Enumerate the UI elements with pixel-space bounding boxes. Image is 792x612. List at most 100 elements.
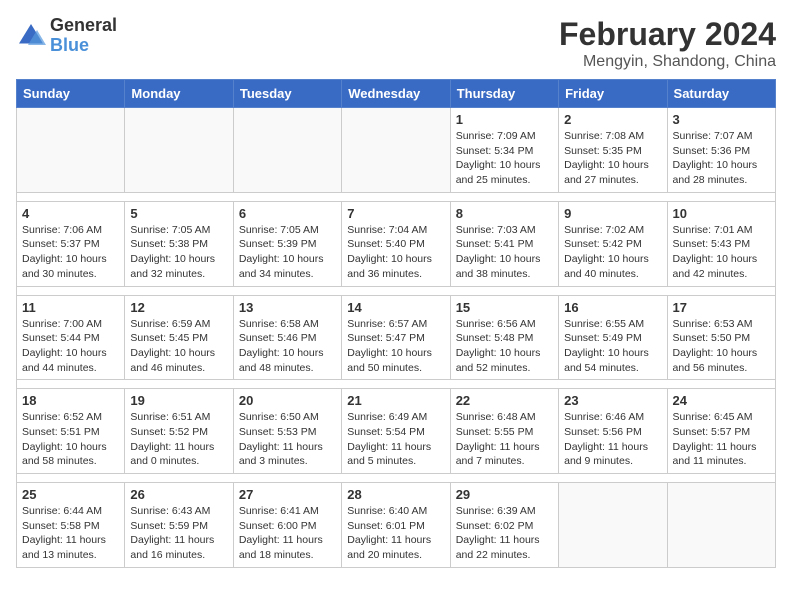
day-number: 3	[673, 112, 770, 127]
day-number: 14	[347, 300, 444, 315]
day-number: 22	[456, 393, 553, 408]
day-number: 1	[456, 112, 553, 127]
day-number: 20	[239, 393, 336, 408]
table-row: 8 Sunrise: 7:03 AM Sunset: 5:41 PM Daylig…	[450, 201, 558, 286]
table-row: 14 Sunrise: 6:57 AM Sunset: 5:47 PM Dayli…	[342, 295, 450, 380]
table-row: 3 Sunrise: 7:07 AM Sunset: 5:36 PM Daylig…	[667, 108, 775, 193]
calendar-week-row: 25 Sunrise: 6:44 AM Sunset: 5:58 PM Dayli…	[17, 483, 776, 568]
table-row: 2 Sunrise: 7:08 AM Sunset: 5:35 PM Daylig…	[559, 108, 667, 193]
table-row: 17 Sunrise: 6:53 AM Sunset: 5:50 PM Dayli…	[667, 295, 775, 380]
day-info: Sunrise: 7:05 AM Sunset: 5:39 PM Dayligh…	[239, 223, 336, 282]
day-number: 24	[673, 393, 770, 408]
day-number: 19	[130, 393, 227, 408]
day-info: Sunrise: 7:04 AM Sunset: 5:40 PM Dayligh…	[347, 223, 444, 282]
table-row: 29Sunrise: 6:39 AM Sunset: 6:02 PM Dayli…	[450, 483, 558, 568]
day-number: 13	[239, 300, 336, 315]
day-number: 21	[347, 393, 444, 408]
day-info: Sunrise: 6:49 AM Sunset: 5:54 PM Dayligh…	[347, 410, 444, 469]
day-info: Sunrise: 6:58 AM Sunset: 5:46 PM Dayligh…	[239, 317, 336, 376]
day-info: Sunrise: 6:44 AM Sunset: 5:58 PM Dayligh…	[22, 504, 119, 563]
day-number: 5	[130, 206, 227, 221]
day-info: Sunrise: 6:46 AM Sunset: 5:56 PM Dayligh…	[564, 410, 661, 469]
day-number: 4	[22, 206, 119, 221]
day-number: 23	[564, 393, 661, 408]
table-row	[559, 483, 667, 568]
calendar-week-row: 18Sunrise: 6:52 AM Sunset: 5:51 PM Dayli…	[17, 389, 776, 474]
day-info: Sunrise: 6:51 AM Sunset: 5:52 PM Dayligh…	[130, 410, 227, 469]
calendar-table: Sunday Monday Tuesday Wednesday Thursday…	[16, 79, 776, 568]
day-number: 25	[22, 487, 119, 502]
table-row: 28 Sunrise: 6:40 AM Sunset: 6:01 PM Dayli…	[342, 483, 450, 568]
calendar-subtitle: Mengyin, Shandong, China	[559, 53, 776, 71]
day-number: 27	[239, 487, 336, 502]
day-number: 6	[239, 206, 336, 221]
header-thursday: Thursday	[450, 80, 558, 108]
day-info: Sunrise: 6:52 AM Sunset: 5:51 PM Dayligh…	[22, 410, 119, 469]
day-info: Sunrise: 7:08 AM Sunset: 5:35 PM Dayligh…	[564, 129, 661, 188]
day-number: 26	[130, 487, 227, 502]
table-row: 4 Sunrise: 7:06 AM Sunset: 5:37 PM Daylig…	[17, 201, 125, 286]
table-row: 20 Sunrise: 6:50 AM Sunset: 5:53 PM Dayli…	[233, 389, 341, 474]
calendar-header-row: Sunday Monday Tuesday Wednesday Thursday…	[17, 80, 776, 108]
calendar-title: February 2024	[559, 16, 776, 53]
day-info: Sunrise: 7:07 AM Sunset: 5:36 PM Dayligh…	[673, 129, 770, 188]
day-info: Sunrise: 7:05 AM Sunset: 5:38 PM Dayligh…	[130, 223, 227, 282]
table-row: 13 Sunrise: 6:58 AM Sunset: 5:46 PM Dayli…	[233, 295, 341, 380]
header-tuesday: Tuesday	[233, 80, 341, 108]
table-row	[125, 108, 233, 193]
table-row: 5 Sunrise: 7:05 AM Sunset: 5:38 PM Daylig…	[125, 201, 233, 286]
table-row: 16Sunrise: 6:55 AM Sunset: 5:49 PM Dayli…	[559, 295, 667, 380]
table-row: 7 Sunrise: 7:04 AM Sunset: 5:40 PM Daylig…	[342, 201, 450, 286]
row-spacer	[17, 286, 776, 295]
table-row: 11Sunrise: 7:00 AM Sunset: 5:44 PM Dayli…	[17, 295, 125, 380]
day-info: Sunrise: 7:06 AM Sunset: 5:37 PM Dayligh…	[22, 223, 119, 282]
day-number: 12	[130, 300, 227, 315]
table-row	[342, 108, 450, 193]
table-row: 12 Sunrise: 6:59 AM Sunset: 5:45 PM Dayli…	[125, 295, 233, 380]
table-row: 21 Sunrise: 6:49 AM Sunset: 5:54 PM Dayli…	[342, 389, 450, 474]
table-row: 26Sunrise: 6:43 AM Sunset: 5:59 PM Dayli…	[125, 483, 233, 568]
day-info: Sunrise: 6:53 AM Sunset: 5:50 PM Dayligh…	[673, 317, 770, 376]
day-number: 15	[456, 300, 553, 315]
table-row: 1 Sunrise: 7:09 AM Sunset: 5:34 PM Daylig…	[450, 108, 558, 193]
day-number: 16	[564, 300, 661, 315]
header-wednesday: Wednesday	[342, 80, 450, 108]
day-info: Sunrise: 6:57 AM Sunset: 5:47 PM Dayligh…	[347, 317, 444, 376]
header-sunday: Sunday	[17, 80, 125, 108]
table-row: 22 Sunrise: 6:48 AM Sunset: 5:55 PM Dayli…	[450, 389, 558, 474]
day-info: Sunrise: 7:03 AM Sunset: 5:41 PM Dayligh…	[456, 223, 553, 282]
day-info: Sunrise: 6:50 AM Sunset: 5:53 PM Dayligh…	[239, 410, 336, 469]
header-friday: Friday	[559, 80, 667, 108]
calendar-body: 1 Sunrise: 7:09 AM Sunset: 5:34 PM Daylig…	[17, 108, 776, 568]
table-row: 9 Sunrise: 7:02 AM Sunset: 5:42 PM Daylig…	[559, 201, 667, 286]
day-info: Sunrise: 6:40 AM Sunset: 6:01 PM Dayligh…	[347, 504, 444, 563]
day-number: 2	[564, 112, 661, 127]
day-info: Sunrise: 6:59 AM Sunset: 5:45 PM Dayligh…	[130, 317, 227, 376]
day-number: 28	[347, 487, 444, 502]
table-row: 23 Sunrise: 6:46 AM Sunset: 5:56 PM Dayli…	[559, 389, 667, 474]
day-number: 8	[456, 206, 553, 221]
day-info: Sunrise: 6:39 AM Sunset: 6:02 PM Dayligh…	[456, 504, 553, 563]
day-info: Sunrise: 7:09 AM Sunset: 5:34 PM Dayligh…	[456, 129, 553, 188]
day-info: Sunrise: 6:48 AM Sunset: 5:55 PM Dayligh…	[456, 410, 553, 469]
logo-icon	[16, 21, 46, 51]
day-number: 10	[673, 206, 770, 221]
logo-blue-text: Blue	[50, 35, 89, 55]
day-number: 17	[673, 300, 770, 315]
day-number: 7	[347, 206, 444, 221]
day-info: Sunrise: 6:56 AM Sunset: 5:48 PM Dayligh…	[456, 317, 553, 376]
table-row	[233, 108, 341, 193]
table-row: 24Sunrise: 6:45 AM Sunset: 5:57 PM Dayli…	[667, 389, 775, 474]
title-section: February 2024 Mengyin, Shandong, China	[559, 16, 776, 71]
table-row: 10Sunrise: 7:01 AM Sunset: 5:43 PM Dayli…	[667, 201, 775, 286]
table-row	[17, 108, 125, 193]
table-row: 15 Sunrise: 6:56 AM Sunset: 5:48 PM Dayli…	[450, 295, 558, 380]
day-info: Sunrise: 7:02 AM Sunset: 5:42 PM Dayligh…	[564, 223, 661, 282]
day-info: Sunrise: 7:00 AM Sunset: 5:44 PM Dayligh…	[22, 317, 119, 376]
day-number: 9	[564, 206, 661, 221]
logo: General Blue	[16, 16, 117, 56]
calendar-week-row: 11Sunrise: 7:00 AM Sunset: 5:44 PM Dayli…	[17, 295, 776, 380]
table-row: 27Sunrise: 6:41 AM Sunset: 6:00 PM Dayli…	[233, 483, 341, 568]
header-monday: Monday	[125, 80, 233, 108]
row-spacer	[17, 474, 776, 483]
